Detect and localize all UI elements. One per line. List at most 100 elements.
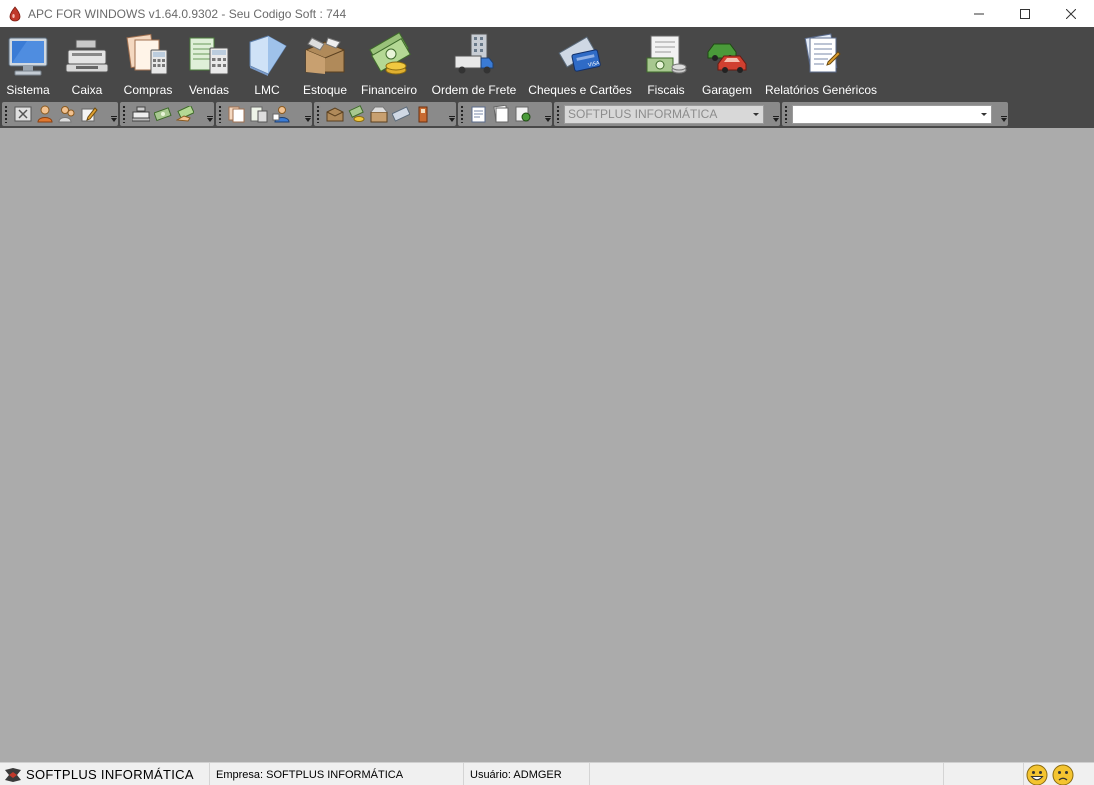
cheque-tool-button[interactable] (390, 104, 412, 124)
maximize-button[interactable] (1002, 0, 1048, 27)
company-select[interactable]: SOFTPLUS INFORMÁTICA (564, 104, 764, 124)
smiley-sad-icon[interactable] (1052, 764, 1074, 785)
status-usuario: Usuário: ADMGER (470, 768, 562, 781)
users-tool-button[interactable] (56, 104, 78, 124)
title-bar: APC FOR WINDOWS v1.64.0.9302 - Seu Codig… (0, 0, 1094, 27)
smiley-happy-icon[interactable] (1026, 764, 1048, 785)
report-icon (471, 106, 486, 123)
toolbar-group-company: SOFTPLUS INFORMÁTICA (554, 102, 780, 126)
calculator-documents-icon (124, 29, 172, 81)
menu-label: Relatórios Genéricos (764, 83, 878, 97)
toolbar-overflow-button[interactable] (109, 102, 118, 126)
user-tool-button[interactable] (34, 104, 56, 124)
toolbar-grip[interactable] (122, 105, 127, 123)
svg-text:VISA: VISA (588, 60, 601, 68)
edit-icon (81, 107, 98, 122)
fuel-pump-icon (418, 106, 428, 123)
toolbar-overflow-button[interactable] (999, 102, 1008, 126)
quick-toolbar: SOFTPLUS INFORMÁTICA (0, 100, 1094, 128)
toolbar-grip[interactable] (218, 105, 223, 123)
mdi-workspace[interactable] (0, 128, 1094, 762)
cheque-icon (392, 106, 410, 122)
open-box-tool-button[interactable] (368, 104, 390, 124)
window-title: APC FOR WINDOWS v1.64.0.9302 - Seu Codig… (28, 6, 347, 21)
coins-icon (348, 105, 365, 122)
menu-vendas[interactable]: Vendas (186, 27, 232, 100)
toolbar-group-2 (120, 102, 214, 126)
calculator-sheet-icon (185, 29, 233, 81)
toolbar-group-1 (2, 102, 118, 126)
stock-box-tool-button[interactable] (324, 104, 346, 124)
menu-label: Sistema (6, 83, 50, 97)
status-brand-panel: SOFTPLUS INFORMÁTICA (0, 763, 210, 785)
pump-tool-button[interactable] (412, 104, 434, 124)
status-empty-panel-2 (944, 763, 1024, 785)
box-icon (326, 107, 344, 122)
menu-compras[interactable]: Compras (122, 27, 174, 100)
toolbar-overflow-button[interactable] (771, 102, 780, 126)
close-window-tool-button[interactable] (12, 104, 34, 124)
notes-icon (493, 105, 509, 123)
report-icon (797, 29, 845, 81)
toolbar-group-5 (458, 102, 552, 126)
close-icon (1066, 8, 1076, 19)
status-bar: SOFTPLUS INFORMÁTICA Empresa: SOFTPLUS I… (0, 762, 1094, 785)
truck-building-icon (450, 29, 498, 81)
sheets-tool-button[interactable] (248, 104, 270, 124)
report-tool-button[interactable] (468, 104, 490, 124)
window-close-icon (14, 106, 32, 122)
money-hand-icon (176, 106, 194, 122)
money-hand-tool-button[interactable] (174, 104, 196, 124)
maximize-icon (1020, 8, 1030, 19)
fiscal-money-icon (642, 29, 690, 81)
menu-lmc[interactable]: LMC (244, 27, 290, 100)
documents-icon (228, 106, 245, 123)
client-tool-button[interactable] (270, 104, 292, 124)
monitor-icon (4, 29, 52, 81)
company-select-value: SOFTPLUS INFORMÁTICA (568, 107, 718, 121)
chevron-down-icon (753, 112, 759, 116)
menu-financeiro[interactable]: Financeiro (360, 27, 418, 100)
toolbar-grip[interactable] (784, 105, 789, 123)
cash-register-icon (63, 29, 111, 81)
register-tool-button[interactable] (130, 104, 152, 124)
menu-relatorios[interactable]: Relatórios Genéricos (764, 27, 878, 100)
user-icon (37, 105, 53, 123)
toolbar-grip[interactable] (4, 105, 9, 123)
menu-garagem[interactable]: Garagem (702, 27, 752, 100)
money-coins-icon (365, 29, 413, 81)
toolbar-overflow-button[interactable] (447, 102, 456, 126)
menu-sistema[interactable]: Sistema (4, 27, 52, 100)
open-box-icon (370, 106, 388, 123)
toolbar-grip[interactable] (316, 105, 321, 123)
notes-tool-button[interactable] (490, 104, 512, 124)
toolbar-overflow-button[interactable] (205, 102, 214, 126)
minimize-icon (974, 13, 984, 14)
close-button[interactable] (1048, 0, 1094, 27)
fiscal-tool-button[interactable] (512, 104, 534, 124)
toolbar-grip[interactable] (556, 105, 561, 123)
money-tool-button[interactable] (152, 104, 174, 124)
menu-caixa[interactable]: Caixa (64, 27, 110, 100)
main-menu-toolbar: Sistema Caixa Compras Vendas LMC Estoque… (0, 27, 1094, 100)
coins-tool-button[interactable] (346, 104, 368, 124)
softplus-logo-icon (5, 767, 21, 782)
users-icon (58, 106, 75, 123)
menu-label: Fiscais (647, 83, 685, 97)
toolbar-grip[interactable] (460, 105, 465, 123)
secondary-select[interactable] (792, 104, 992, 124)
menu-estoque[interactable]: Estoque (302, 27, 348, 100)
edit-tool-button[interactable] (78, 104, 100, 124)
menu-label: Ordem de Frete (431, 83, 517, 97)
toolbar-overflow-button[interactable] (303, 102, 312, 126)
sheets-icon (250, 106, 268, 123)
menu-cheques-cartoes[interactable]: VISA Cheques e Cartões (528, 27, 632, 100)
menu-ordem-frete[interactable]: Ordem de Frete (432, 27, 516, 100)
status-empty-panel (590, 763, 944, 785)
minimize-button[interactable] (956, 0, 1002, 27)
documents-tool-button[interactable] (226, 104, 248, 124)
window-controls (956, 0, 1094, 27)
menu-fiscais[interactable]: Fiscais (643, 27, 689, 100)
toolbar-overflow-button[interactable] (543, 102, 552, 126)
toolbar-group-3 (216, 102, 312, 126)
